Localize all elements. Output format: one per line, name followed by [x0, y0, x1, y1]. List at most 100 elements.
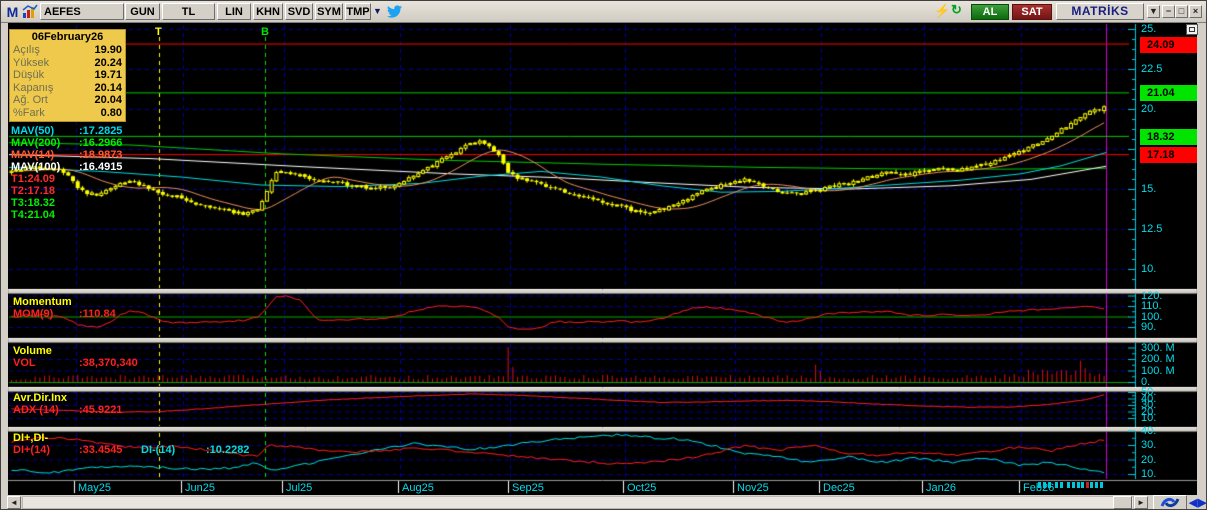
nav-left-icon[interactable]: ◀	[1189, 496, 1197, 509]
info-row-value: 19.71	[94, 69, 122, 81]
adx-indicator-label: ADX (14)	[13, 404, 59, 416]
info-box-date: 06February26	[31, 31, 104, 43]
buy-button[interactable]: AL	[971, 4, 1009, 20]
scrollbar-thumb[interactable]	[1113, 496, 1132, 509]
mav-label-value: :18.9873	[79, 149, 123, 161]
target-level-label: T3:18.32	[11, 197, 56, 209]
signal-marker-t: T	[155, 26, 162, 38]
indicator-axis-tick: 30.	[1141, 439, 1157, 451]
price-axis-tick: 12.5	[1141, 223, 1163, 235]
button-khn[interactable]: KHN	[253, 3, 283, 20]
scale-button-lin[interactable]: LIN	[217, 3, 251, 20]
matriks-swirl-button[interactable]	[1153, 495, 1187, 509]
info-row-label: Kapanış	[13, 81, 54, 94]
horizontal-scrollbar: ◄ ► ◀ ▶	[1, 495, 1206, 509]
adx-indicator-value: :45.9221	[79, 404, 123, 416]
chart-type-icon[interactable]	[22, 4, 38, 19]
refresh-icon[interactable]: ↻	[951, 2, 962, 18]
twitter-icon[interactable]	[387, 4, 402, 24]
info-row-label: %Fark	[13, 106, 45, 119]
mav-label-value: :16.2966	[79, 137, 123, 149]
session-mark	[1060, 482, 1063, 488]
button-sym[interactable]: SYM	[315, 3, 343, 20]
indicator-axis-tick: 90.	[1141, 321, 1157, 333]
volume-indicator-label: VOL	[13, 357, 36, 369]
symbol-field[interactable]: AEFES	[40, 3, 124, 20]
price-level-badge: 18.32	[1140, 128, 1197, 145]
time-axis-month-label: Jul25	[286, 482, 313, 494]
signal-marker-b: B	[261, 26, 269, 38]
indicator-axis-tick: 20.	[1141, 453, 1157, 466]
matriks-logo: MATRİKS	[1056, 3, 1144, 20]
momentum-indicator-value: :110.84	[79, 308, 116, 320]
di-panel-title: DI+,DI-	[13, 432, 49, 444]
volume-indicator-value: :38,370,340	[79, 357, 138, 369]
session-mark	[1077, 482, 1080, 488]
di-minus-value: :10.2282	[206, 444, 250, 456]
window-menu-button[interactable]: ▼	[1147, 5, 1160, 18]
indicator-axis-tick: 40.	[1141, 424, 1157, 437]
info-row-label: Ağ. Ort	[13, 94, 48, 106]
nav-right-icon[interactable]: ▶	[1198, 496, 1206, 509]
indicator-axis-tick: 300. M	[1141, 341, 1175, 354]
info-row-label: Açılış	[13, 44, 40, 56]
close-button[interactable]: ×	[1189, 5, 1202, 18]
chart-plot-area[interactable]	[8, 23, 1197, 495]
time-axis-month-label: Dec25	[823, 482, 855, 494]
period-button-gun[interactable]: GUN	[125, 3, 160, 20]
info-box-row: Açılış 19.90	[13, 44, 122, 57]
info-row-value: 20.04	[94, 94, 122, 106]
mav-label-name: MAV(50)	[11, 125, 55, 137]
price-axis-tick: 25.	[1141, 23, 1157, 35]
session-mark	[1055, 482, 1058, 488]
info-row-value: 19.90	[94, 44, 122, 56]
info-row-label: Düşük	[13, 69, 45, 81]
scroll-right-button[interactable]: ►	[1134, 496, 1148, 509]
target-level-label: T2:17.18	[11, 185, 56, 197]
scroll-left-button[interactable]: ◄	[7, 496, 21, 509]
price-axis-tick: 10.	[1141, 263, 1157, 275]
app-menu-icon[interactable]: M	[5, 3, 20, 20]
indicator-axis-tick: 200. M	[1141, 353, 1175, 365]
price-level-badge: 24.09	[1140, 36, 1197, 53]
info-box-row: Yüksek 20.24	[13, 57, 122, 70]
price-axis-tick: 22.5	[1141, 63, 1163, 75]
price-level-badge: 17.18	[1140, 147, 1197, 164]
session-mark	[1072, 482, 1075, 488]
price-level-badge: 21.04	[1140, 85, 1197, 102]
scrollbar-track[interactable]	[22, 496, 1134, 509]
adx-panel-title: Avr.Dir.Inx	[13, 392, 68, 404]
volume-panel-title: Volume	[13, 345, 52, 357]
maximize-button[interactable]: □	[1175, 5, 1188, 18]
info-box-row: %Fark 0.80	[13, 107, 122, 120]
currency-button-tl[interactable]: TL	[162, 3, 215, 20]
time-axis-month-label: May25	[78, 482, 112, 494]
price-axis-tick: 20.	[1141, 103, 1157, 115]
button-tmp[interactable]: TMP	[345, 3, 371, 20]
indicator-axis-tick: 100. M	[1141, 364, 1175, 377]
session-mark	[1038, 482, 1041, 488]
di-plus-value: :33.4545	[79, 444, 123, 456]
info-row-value: 20.14	[94, 81, 122, 94]
momentum-indicator-label: MOM(9)	[13, 308, 54, 320]
toolbar: M AEFES GUN TL LIN KHN SVD SYM TMP ▼ ⚡ ↻…	[1, 1, 1206, 24]
info-row-label: Yüksek	[13, 56, 50, 69]
lightning-icon[interactable]: ⚡	[934, 3, 950, 19]
ohlc-info-box: 06February26 Açılış 19.90 Yüksek 20.24 Düşük…	[9, 29, 126, 122]
time-axis-month-label: Jun25	[185, 482, 215, 494]
time-axis-month-label: Oct25	[627, 482, 657, 494]
button-svd[interactable]: SVD	[285, 3, 313, 20]
sell-button[interactable]: SAT	[1012, 4, 1052, 20]
session-mark	[1043, 482, 1046, 488]
chevron-down-icon[interactable]: ▼	[373, 6, 382, 16]
info-row-value: 20.24	[94, 56, 122, 69]
session-mark-red	[1086, 482, 1089, 488]
indicator-axis-tick: 10.	[1141, 468, 1157, 480]
momentum-panel-title: Momentum	[13, 296, 72, 308]
panel-restore-button[interactable]	[1186, 24, 1198, 35]
matriks-chart-window: M AEFES GUN TL LIN KHN SVD SYM TMP ▼ ⚡ ↻…	[0, 0, 1207, 510]
info-row-value: 0.80	[100, 106, 122, 119]
time-axis-month-label: Aug25	[402, 482, 434, 494]
minimize-button[interactable]: −	[1162, 5, 1175, 18]
price-axis-tick: 15.	[1141, 183, 1157, 195]
